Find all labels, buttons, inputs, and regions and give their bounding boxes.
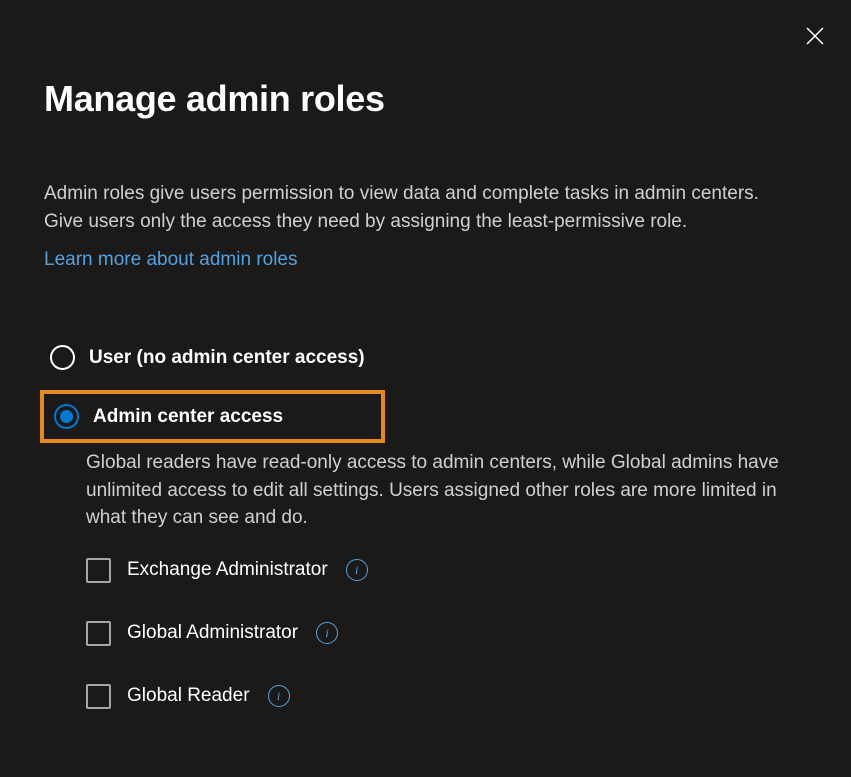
dialog-description: Admin roles give users permission to vie… bbox=[44, 180, 794, 235]
radio-button-unselected[interactable] bbox=[50, 345, 75, 370]
info-icon[interactable]: i bbox=[268, 685, 290, 707]
info-icon[interactable]: i bbox=[316, 622, 338, 644]
checkbox-exchange[interactable] bbox=[86, 558, 111, 583]
radio-option-no-admin[interactable]: User (no admin center access) bbox=[44, 341, 807, 374]
radio-option-admin-center[interactable]: Admin center access bbox=[50, 404, 375, 429]
role-row-global-admin: Global Administrator i bbox=[86, 621, 807, 646]
admin-center-sub-content: Global readers have read-only access to … bbox=[44, 449, 807, 709]
radio-button-selected[interactable] bbox=[54, 404, 79, 429]
radio-label-no-admin: User (no admin center access) bbox=[89, 347, 365, 369]
page-title: Manage admin roles bbox=[44, 78, 807, 120]
dialog-content: Manage admin roles Admin roles give user… bbox=[0, 0, 851, 709]
checkbox-global-reader[interactable] bbox=[86, 684, 111, 709]
radio-inner-dot bbox=[60, 410, 73, 423]
info-icon[interactable]: i bbox=[346, 559, 368, 581]
close-icon bbox=[806, 27, 824, 45]
role-label-global-admin[interactable]: Global Administrator bbox=[127, 622, 298, 644]
checkbox-global-admin[interactable] bbox=[86, 621, 111, 646]
role-row-exchange: Exchange Administrator i bbox=[86, 558, 807, 583]
learn-more-link[interactable]: Learn more about admin roles bbox=[44, 249, 297, 271]
role-label-global-reader[interactable]: Global Reader bbox=[127, 685, 250, 707]
close-button[interactable] bbox=[799, 20, 831, 52]
radio-label-admin-center: Admin center access bbox=[93, 406, 283, 428]
role-row-global-reader: Global Reader i bbox=[86, 684, 807, 709]
highlight-box: Admin center access bbox=[40, 390, 385, 443]
admin-center-description: Global readers have read-only access to … bbox=[86, 449, 806, 532]
role-label-exchange[interactable]: Exchange Administrator bbox=[127, 559, 328, 581]
